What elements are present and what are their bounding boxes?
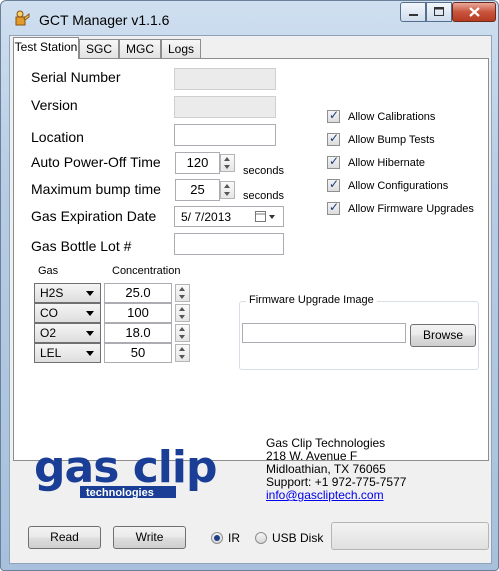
support-email-link[interactable]: info@gascliptech.com: [266, 489, 384, 501]
allow-bump-tests-label: Allow Bump Tests: [348, 134, 435, 146]
max-bump-input[interactable]: 25: [175, 179, 220, 201]
checkbox-check-icon[interactable]: [327, 200, 340, 215]
allow-configurations-label: Allow Configurations: [348, 180, 449, 192]
calendar-dropdown-icon[interactable]: [255, 211, 277, 223]
close-button[interactable]: [452, 2, 496, 22]
concentration-input-2[interactable]: 100: [104, 303, 172, 323]
checkbox-check-icon[interactable]: [327, 131, 340, 146]
concentration-spinner-1[interactable]: [175, 284, 190, 302]
status-progress-bar: [331, 522, 489, 550]
auto-power-off-unit: seconds: [243, 165, 284, 177]
browse-button[interactable]: Browse: [410, 324, 476, 347]
allow-calibrations-label: Allow Calibrations: [348, 111, 436, 123]
allow-hibernate-checkbox[interactable]: Allow Hibernate: [327, 154, 487, 172]
svg-text:gas clip: gas clip: [34, 444, 216, 493]
read-button[interactable]: Read: [28, 526, 101, 549]
serial-number-field: [174, 68, 276, 90]
svg-text:technologies: technologies: [86, 487, 154, 499]
version-label: Version: [31, 97, 78, 113]
version-field: [174, 96, 276, 118]
allow-calibrations-checkbox[interactable]: Allow Calibrations: [327, 108, 487, 126]
checkbox-check-icon[interactable]: [327, 177, 340, 192]
gas-select-2[interactable]: CO: [34, 303, 101, 323]
usb-disk-radio[interactable]: [255, 532, 267, 544]
gas-bottle-lot-label: Gas Bottle Lot #: [31, 238, 132, 254]
app-window: GCT Manager v1.1.6 Test Station SGC MGC …: [0, 0, 499, 571]
max-bump-spinner[interactable]: [220, 181, 235, 199]
ir-radio-label: IR: [228, 531, 240, 545]
allow-bump-tests-checkbox[interactable]: Allow Bump Tests: [327, 131, 487, 149]
allow-configurations-checkbox[interactable]: Allow Configurations: [327, 177, 487, 195]
write-button[interactable]: Write: [113, 526, 186, 549]
gas-expiration-value: 5/ 7/2013: [181, 210, 232, 224]
location-input[interactable]: [174, 124, 276, 146]
maximize-icon: [434, 7, 444, 16]
tab-mgc[interactable]: MGC: [119, 39, 161, 58]
concentration-spinner-2[interactable]: [175, 304, 190, 322]
gas-column-header: Gas: [38, 265, 59, 277]
gas-clip-logo: gas clip technologies: [32, 442, 260, 516]
tab-test-station[interactable]: Test Station: [13, 37, 79, 59]
title-bar[interactable]: GCT Manager v1.1.6: [1, 1, 498, 35]
permissions-list: Allow Calibrations Allow Bump Tests Allo…: [327, 108, 487, 220]
firmware-upgrade-legend: Firmware Upgrade Image: [246, 294, 377, 306]
gas-select-3[interactable]: O2: [34, 323, 101, 343]
allow-firmware-upgrades-checkbox[interactable]: Allow Firmware Upgrades: [327, 200, 487, 218]
checkbox-check-icon[interactable]: [327, 108, 340, 123]
serial-number-label: Serial Number: [31, 69, 121, 85]
concentration-input-1[interactable]: 25.0: [104, 283, 172, 303]
gas-select-1[interactable]: H2S: [34, 283, 101, 303]
allow-hibernate-label: Allow Hibernate: [348, 157, 426, 169]
max-bump-unit: seconds: [243, 190, 284, 202]
minimize-icon: [409, 14, 418, 16]
concentration-column-header: Concentration: [112, 265, 181, 277]
gas-expiration-label: Gas Expiration Date: [31, 208, 157, 224]
test-station-panel: Serial Number Version Location Auto Powe…: [13, 58, 489, 461]
gas-clip-logo-image: gas clip technologies: [34, 442, 217, 499]
window-title: GCT Manager v1.1.6: [39, 12, 170, 28]
concentration-spinner-3[interactable]: [175, 324, 190, 342]
close-icon: [469, 7, 480, 17]
minimize-button[interactable]: [400, 2, 426, 22]
company-address-line1: 218 W. Avenue F: [266, 449, 358, 463]
concentration-input-3[interactable]: 18.0: [104, 323, 172, 343]
client-area: Test Station SGC MGC Logs Serial Number …: [9, 35, 492, 564]
firmware-path-input[interactable]: [242, 323, 406, 343]
auto-power-off-label: Auto Power-Off Time: [31, 154, 161, 170]
auto-power-off-input[interactable]: 120: [175, 152, 220, 174]
allow-firmware-upgrades-label: Allow Firmware Upgrades: [348, 203, 474, 215]
max-bump-label: Maximum bump time: [31, 181, 161, 197]
tab-sgc[interactable]: SGC: [79, 39, 119, 58]
location-label: Location: [31, 129, 84, 145]
auto-power-off-spinner[interactable]: [220, 154, 235, 172]
app-icon: [15, 10, 30, 26]
gas-expiration-datepicker[interactable]: 5/ 7/2013: [174, 206, 284, 227]
ir-radio[interactable]: [211, 532, 223, 544]
company-name: Gas Clip Technologies: [266, 436, 386, 450]
maximize-button[interactable]: [426, 2, 452, 22]
support-phone: Support: +1 972-775-7577: [266, 475, 407, 489]
concentration-input-4[interactable]: 50: [104, 343, 172, 363]
usb-disk-radio-label: USB Disk: [272, 531, 324, 545]
tab-logs[interactable]: Logs: [161, 39, 201, 58]
gas-select-4[interactable]: LEL: [34, 343, 101, 363]
checkbox-check-icon[interactable]: [327, 154, 340, 169]
gas-bottle-lot-input[interactable]: [174, 233, 284, 255]
company-address-line2: Midloathian, TX 76065: [266, 462, 386, 476]
concentration-spinner-4[interactable]: [175, 344, 190, 362]
